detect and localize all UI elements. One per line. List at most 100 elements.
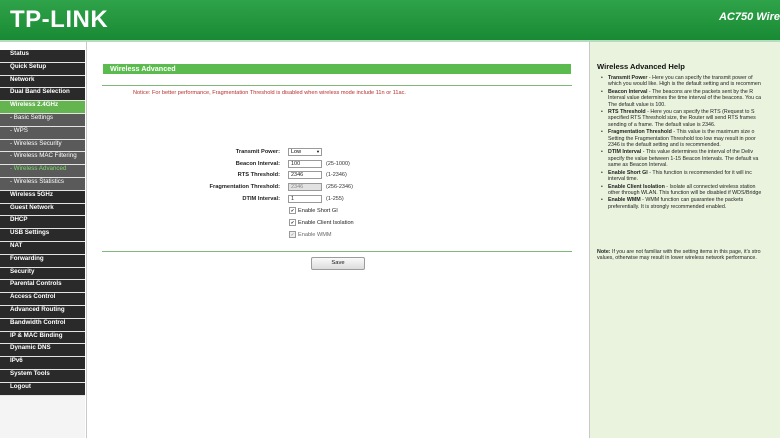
help-item-text: specified RTS Threshold size, the Router…	[608, 115, 756, 122]
frag-threshold-input[interactable]: 2346	[288, 183, 322, 191]
help-item-text: same as Beacon Interval.	[608, 162, 668, 169]
sidebar-item-dual-band-selection[interactable]: Dual Band Selection	[0, 88, 85, 102]
dtim-interval-label: DTIM Interval:	[242, 196, 280, 202]
help-item-text: - Here you can specify the transmit powe…	[647, 75, 753, 81]
sidebar-item-system-tools[interactable]: System Tools	[0, 369, 85, 383]
page-title: Wireless Advanced	[103, 64, 571, 74]
sidebar-item-wps[interactable]: - WPS	[0, 126, 85, 140]
wmm-checkbox[interactable]: ✔	[289, 231, 296, 238]
help-item-text: - This function is recommended for it wi…	[647, 169, 752, 176]
transmit-power-select[interactable]: Low ▼	[288, 148, 322, 156]
frag-threshold-label: Fragmentation Threshold:	[209, 184, 280, 190]
main-panel: Wireless Advanced Notice: For better per…	[90, 42, 588, 438]
short-gi-label: Enable Short GI	[298, 208, 338, 214]
rts-threshold-range: (1-2346)	[326, 172, 347, 178]
sidebar-item-wireless-mac-filtering[interactable]: - Wireless MAC Filtering	[0, 152, 85, 166]
sidebar-item-bandwidth-control[interactable]: Bandwidth Control	[0, 318, 85, 332]
sidebar-item-basic-settings[interactable]: - Basic Settings	[0, 113, 85, 127]
header-bar: TP-LINK AC750 Wire	[0, 0, 780, 40]
sidebar-item-security[interactable]: Security	[0, 267, 85, 281]
help-title: Wireless Advanced Help	[597, 62, 685, 71]
rts-threshold-input[interactable]: 2346	[288, 171, 322, 179]
beacon-interval-input[interactable]: 100	[288, 160, 322, 168]
sidebar-item-wireless-statistics[interactable]: - Wireless Statistics	[0, 177, 85, 191]
sidebar-item-wireless-security[interactable]: - Wireless Security	[0, 139, 85, 153]
sidebar-item-dynamic-dns[interactable]: Dynamic DNS	[0, 344, 85, 358]
help-item-term: Beacon Interval	[608, 88, 648, 95]
help-item-text: - Here you can specify the RTS (Request …	[645, 109, 755, 116]
help-item-text: - This value determines the interval of …	[641, 149, 754, 156]
notice-text: Notice: For better performance, Fragment…	[133, 90, 406, 96]
beacon-interval-label: Beacon Interval:	[235, 161, 280, 167]
help-item: Transmit Power - Here you can specify th…	[601, 75, 780, 88]
help-item-term: DTIM Interval	[608, 149, 642, 156]
help-item-term: Transmit Power	[608, 75, 648, 81]
help-item-term: Enable WMM	[608, 197, 641, 204]
help-note-prefix: Note:	[597, 249, 611, 255]
sidebar-item-ipv6[interactable]: IPv6	[0, 357, 85, 370]
help-item-text: which you would like. High is the defaul…	[608, 81, 761, 88]
beacon-interval-range: (25-1000)	[326, 161, 350, 167]
rts-threshold-label: RTS Threshold:	[237, 172, 280, 178]
help-item: Fragmentation Threshold - This value is …	[601, 129, 780, 149]
sidebar-item-forwarding[interactable]: Forwarding	[0, 254, 85, 268]
help-item: Enable WMM - WMM function can guarantee …	[601, 197, 780, 210]
sidebar-item-wireless-5ghz[interactable]: Wireless 5GHz	[0, 190, 85, 204]
help-item-text: - This value is the maximum size o	[671, 129, 755, 136]
sidebar-item-logout[interactable]: Logout	[0, 382, 85, 396]
wmm-label: Enable WMM	[298, 232, 332, 238]
help-item-text: - The beacons are the packets sent by th…	[647, 88, 754, 95]
help-item: DTIM Interval - This value determines th…	[601, 149, 780, 169]
sidebar-divider	[86, 42, 87, 438]
help-item: Beacon Interval - The beacons are the pa…	[601, 88, 780, 108]
save-button[interactable]: Save	[311, 257, 365, 270]
help-item-text: - Isolate all connected wireless station	[664, 183, 756, 190]
dtim-interval-input[interactable]: 1	[288, 195, 322, 203]
help-item-first-line: Fragmentation Threshold - This value is …	[608, 129, 780, 135]
sidebar-item-ip-mac-binding[interactable]: IP & MAC Binding	[0, 331, 85, 345]
section-divider	[102, 85, 572, 86]
help-list: Transmit Power - Here you can specify th…	[601, 75, 780, 211]
help-item: RTS Threshold - Here you can specify the…	[601, 109, 780, 128]
help-note: Note: If you are not familiar with the s…	[597, 249, 780, 262]
help-item-text: sending of a frame. The default value is…	[608, 121, 716, 128]
sidebar-item-nat[interactable]: NAT	[0, 241, 85, 255]
frag-threshold-range: (256-2346)	[326, 184, 353, 190]
sidebar-menu: Status Quick Setup Network Dual Band Select…	[0, 50, 85, 438]
sidebar-item-advanced-routing[interactable]: Advanced Routing	[0, 305, 85, 319]
dtim-interval-range: (1-255)	[326, 196, 344, 202]
sidebar-item-parental-controls[interactable]: Parental Controls	[0, 280, 85, 294]
sidebar-item-usb-settings[interactable]: USB Settings	[0, 229, 85, 242]
sidebar-item-status[interactable]: Status	[0, 50, 85, 63]
help-item-text: 2346 is the default setting and is recom…	[608, 142, 721, 149]
sidebar-item-access-control[interactable]: Access Control	[0, 293, 85, 306]
help-item-text: The default value is 100.	[608, 101, 666, 108]
client-isolation-checkbox[interactable]: ✔	[289, 219, 296, 226]
form-divider	[102, 251, 572, 252]
model-name: AC750 Wire	[718, 11, 780, 23]
help-item-text: interval time.	[608, 176, 639, 183]
help-item: Enable Short GI - This function is recom…	[601, 169, 780, 183]
help-item-text: - WMM function can guarantee the packets	[640, 197, 744, 204]
help-item-term: Enable Short GI	[608, 169, 648, 176]
sidebar-item-wireless-2-4ghz[interactable]: Wireless 2.4GHz	[0, 101, 85, 114]
help-note-line: values, otherwise may result in lower wi…	[597, 255, 757, 262]
sidebar-item-network[interactable]: Network	[0, 75, 85, 89]
transmit-power-label: Transmit Power:	[235, 149, 280, 155]
transmit-power-value: Low	[291, 149, 302, 155]
help-item-text: Interval value determines the time inter…	[608, 95, 762, 102]
short-gi-checkbox[interactable]: ✔	[289, 207, 296, 214]
client-isolation-label: Enable Client Isolation	[298, 220, 354, 226]
brand-logo: TP-LINK	[10, 6, 109, 33]
help-item-text: other through WLAN. This function will b…	[608, 189, 762, 196]
sidebar-item-wireless-advanced[interactable]: - Wireless Advanced	[0, 165, 85, 178]
help-item-term: Fragmentation Threshold	[608, 129, 672, 136]
help-item-first-line: Enable Client Isolation - Isolate all co…	[608, 184, 780, 190]
help-item-text: preferentially. It is strongly recommend…	[608, 203, 727, 210]
help-item: Enable Client Isolation - Isolate all co…	[601, 184, 780, 197]
help-item-term: Enable Client Isolation	[608, 183, 665, 190]
sidebar-item-guest-network[interactable]: Guest Network	[0, 203, 85, 217]
sidebar-item-quick-setup[interactable]: Quick Setup	[0, 62, 85, 76]
chevron-down-icon: ▼	[316, 149, 320, 154]
sidebar-item-dhcp[interactable]: DHCP	[0, 216, 85, 230]
